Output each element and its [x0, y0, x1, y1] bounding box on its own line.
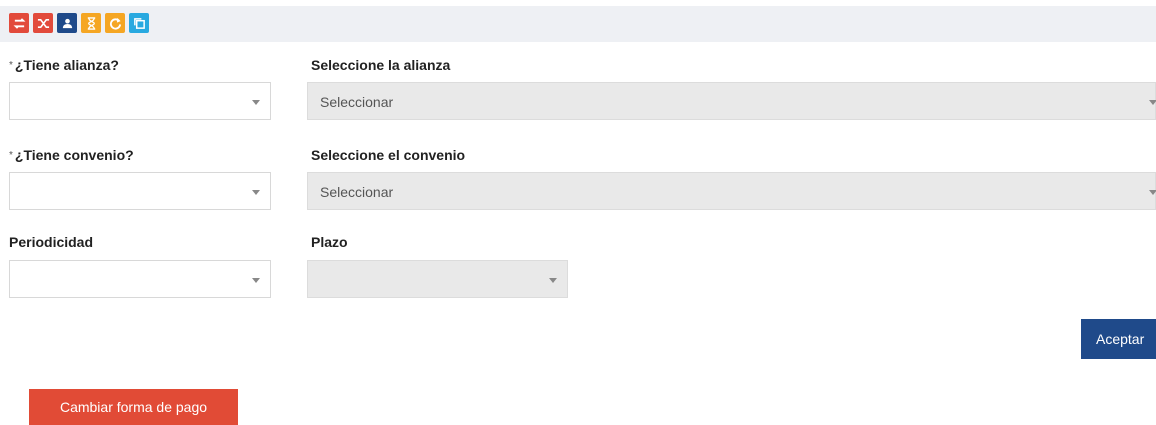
chevron-down-icon [252, 278, 260, 283]
toolbar [0, 6, 1156, 42]
label-plazo: Plazo [311, 234, 348, 250]
chevron-down-icon [252, 100, 260, 105]
required-mark: * [9, 150, 13, 161]
select-value: Seleccionar [320, 94, 394, 110]
tiene-convenio-select[interactable] [9, 172, 271, 210]
select-value: Seleccionar [320, 184, 394, 200]
label-periodicidad: Periodicidad [9, 234, 94, 250]
change-payment-button[interactable]: Cambiar forma de pago [29, 389, 238, 425]
label-tiene-alianza: * ¿Tiene alianza? [9, 57, 119, 73]
user-icon[interactable] [57, 13, 77, 33]
label-text: ¿Tiene convenio? [14, 147, 134, 163]
accept-button[interactable]: Aceptar [1081, 319, 1156, 359]
seleccione-convenio-select[interactable]: Seleccionar [307, 172, 1156, 210]
chevron-down-icon [549, 278, 557, 283]
label-tiene-convenio: * ¿Tiene convenio? [9, 147, 134, 163]
label-text: ¿Tiene alianza? [14, 57, 119, 73]
seleccione-alianza-select[interactable]: Seleccionar [307, 82, 1156, 120]
chevron-down-icon [1149, 100, 1156, 105]
copy-icon[interactable] [129, 13, 149, 33]
chevron-down-icon [252, 190, 260, 195]
chevron-down-icon [1149, 190, 1156, 195]
required-mark: * [9, 60, 13, 71]
tiene-alianza-select[interactable] [9, 82, 271, 120]
periodicidad-select[interactable] [9, 260, 271, 298]
plazo-select[interactable] [307, 260, 568, 298]
label-seleccione-alianza: Seleccione la alianza [311, 57, 451, 73]
swap-icon[interactable] [9, 13, 29, 33]
label-seleccione-convenio: Seleccione el convenio [311, 147, 466, 163]
refresh-icon[interactable] [105, 13, 125, 33]
shuffle-icon[interactable] [33, 13, 53, 33]
hourglass-icon[interactable] [81, 13, 101, 33]
